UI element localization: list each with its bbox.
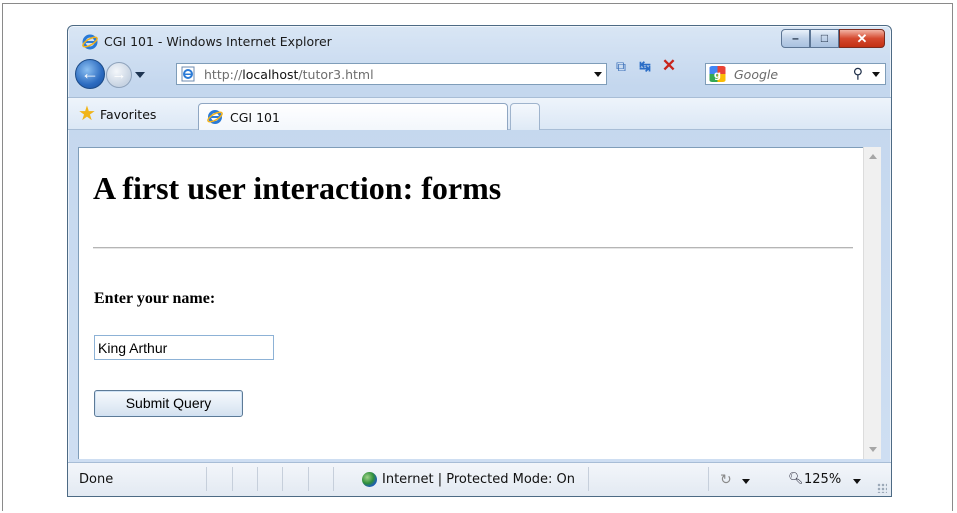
- back-arrow-icon: ←: [81, 63, 99, 83]
- forward-arrow-icon: →: [111, 66, 127, 83]
- vertical-scrollbar[interactable]: [863, 147, 881, 459]
- status-divider: [206, 467, 207, 491]
- security-zone[interactable]: Internet | Protected Mode: On: [362, 472, 575, 487]
- globe-icon: [362, 472, 377, 487]
- magnifier-icon[interactable]: ⚲: [853, 65, 863, 82]
- stop-icon[interactable]: ✕: [659, 57, 679, 75]
- status-divider: [282, 467, 283, 491]
- ie-tab-icon: [207, 110, 223, 124]
- search-placeholder: Google: [734, 67, 779, 82]
- favorites-button[interactable]: ★ Favorites: [78, 104, 156, 124]
- search-dropdown-icon[interactable]: [872, 72, 880, 77]
- scroll-up-icon[interactable]: [869, 154, 877, 159]
- minimize-icon: –: [792, 31, 799, 45]
- minimize-button[interactable]: –: [781, 29, 810, 48]
- scroll-down-icon[interactable]: [869, 447, 877, 452]
- refresh-icon[interactable]: ↹: [635, 57, 655, 75]
- compatibility-view-icon[interactable]: ⧉: [611, 57, 631, 75]
- maximize-icon: □: [820, 31, 829, 45]
- browser-window: CGI 101 - Windows Internet Explorer – □ …: [67, 25, 892, 497]
- ie-logo-icon: [82, 34, 98, 50]
- window-title: CGI 101 - Windows Internet Explorer: [104, 34, 332, 49]
- page-icon: [181, 66, 195, 82]
- search-box[interactable]: g Google ⚲: [705, 63, 886, 85]
- page-content: A first user interaction: forms Enter yo…: [78, 147, 863, 459]
- address-dropdown-icon[interactable]: [594, 72, 602, 77]
- page-title: A first user interaction: forms: [93, 170, 502, 206]
- google-logo-icon: g: [709, 66, 726, 82]
- window-controls: – □ ✕: [781, 29, 885, 49]
- navigation-bar: ← → http://localhost/tutor3.html ⧉ ↹ ✕ g…: [68, 56, 891, 90]
- status-divider: [333, 467, 334, 491]
- status-bar: Done Internet | Protected Mode: On ↻ 🔍︎ …: [68, 462, 891, 496]
- tab-bar: ★ Favorites CGI 101: [68, 97, 891, 130]
- favorites-star-icon: ★: [78, 103, 96, 125]
- name-label: Enter your name:: [94, 290, 216, 307]
- close-button[interactable]: ✕: [839, 29, 885, 48]
- new-tab-button[interactable]: [510, 103, 540, 130]
- close-icon: ✕: [856, 31, 868, 46]
- resize-grip[interactable]: [877, 483, 887, 493]
- zoom-dropdown-icon[interactable]: [853, 479, 861, 484]
- svg-text:g: g: [714, 70, 721, 81]
- back-button[interactable]: ←: [75, 59, 105, 89]
- status-text: Done: [79, 472, 114, 487]
- status-divider: [257, 467, 258, 491]
- tab-cgi-101[interactable]: CGI 101: [198, 103, 508, 130]
- name-input[interactable]: [94, 335, 274, 360]
- status-divider: [708, 467, 709, 491]
- address-prefix: http://: [204, 67, 243, 82]
- zoom-magnifier-icon: 🔍︎: [788, 471, 804, 485]
- status-divider: [588, 467, 589, 491]
- title-bar[interactable]: CGI 101 - Windows Internet Explorer – □ …: [68, 26, 891, 56]
- favorites-label: Favorites: [99, 106, 157, 122]
- zoom-level[interactable]: 125%: [804, 472, 841, 487]
- popup-blocker-icon[interactable]: ↻: [720, 471, 732, 488]
- recent-pages-dropdown[interactable]: [135, 72, 145, 78]
- address-text[interactable]: http://localhost/tutor3.html: [204, 67, 374, 82]
- address-host: localhost: [242, 67, 299, 82]
- address-path: /tutor3.html: [298, 67, 374, 82]
- popup-dropdown-icon[interactable]: [742, 479, 750, 484]
- forward-button[interactable]: →: [106, 62, 132, 88]
- maximize-button[interactable]: □: [810, 29, 839, 48]
- address-bar[interactable]: http://localhost/tutor3.html: [176, 63, 607, 85]
- status-divider: [232, 467, 233, 491]
- submit-query-button[interactable]: Submit Query: [94, 390, 243, 417]
- horizontal-rule: [93, 247, 853, 249]
- zone-text: Internet | Protected Mode: On: [382, 472, 576, 487]
- status-divider: [308, 467, 309, 491]
- tab-label: CGI 101: [230, 110, 280, 125]
